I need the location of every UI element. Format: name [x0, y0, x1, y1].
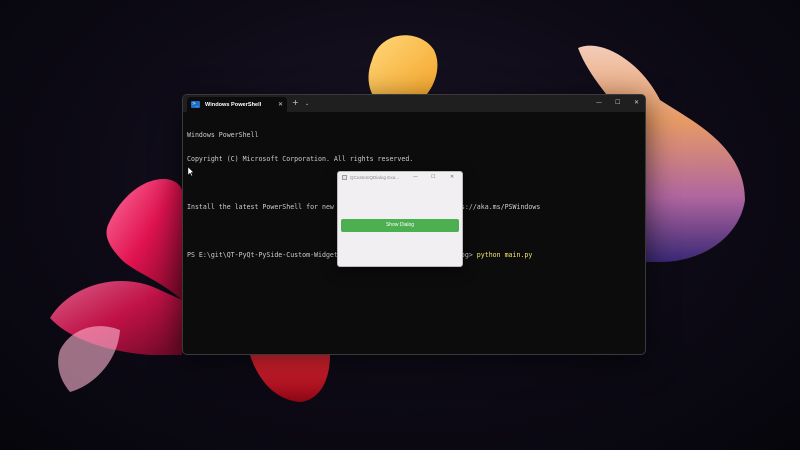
minimize-button[interactable]: —	[596, 98, 602, 108]
mouse-cursor-icon	[188, 167, 194, 176]
dialog-maximize-button[interactable]: ☐	[431, 173, 435, 181]
dialog-minimize-button[interactable]: —	[413, 173, 418, 181]
show-dialog-button[interactable]: Show Dialog	[341, 219, 459, 232]
new-tab-button[interactable]: +	[292, 98, 299, 108]
tab-close-icon[interactable]: ✕	[278, 101, 283, 108]
qcustomqdialog-window[interactable]: QCustomQDialog Exa... — ☐ ✕ Show Dialog	[337, 171, 463, 267]
terminal-line: Windows PowerShell	[187, 131, 259, 139]
dialog-close-button[interactable]: ✕	[450, 173, 454, 181]
terminal-titlebar[interactable]: >_ Windows PowerShell ✕ + ⌄ — ☐ ✕	[183, 95, 645, 112]
command-text: python main.py	[476, 251, 533, 259]
app-window-icon	[342, 175, 347, 180]
tab-title: Windows PowerShell	[205, 101, 262, 108]
dialog-titlebar[interactable]: QCustomQDialog Exa... — ☐ ✕	[338, 172, 462, 183]
tab-windows-powershell[interactable]: >_ Windows PowerShell ✕	[187, 97, 287, 112]
terminal-line: Copyright (C) Microsoft Corporation. All…	[187, 155, 414, 163]
dialog-title: QCustomQDialog Exa...	[350, 175, 400, 180]
close-button[interactable]: ✕	[634, 98, 639, 108]
tab-dropdown-button[interactable]: ⌄	[305, 99, 309, 109]
maximize-button[interactable]: ☐	[615, 98, 620, 108]
powershell-icon: >_	[191, 101, 200, 108]
